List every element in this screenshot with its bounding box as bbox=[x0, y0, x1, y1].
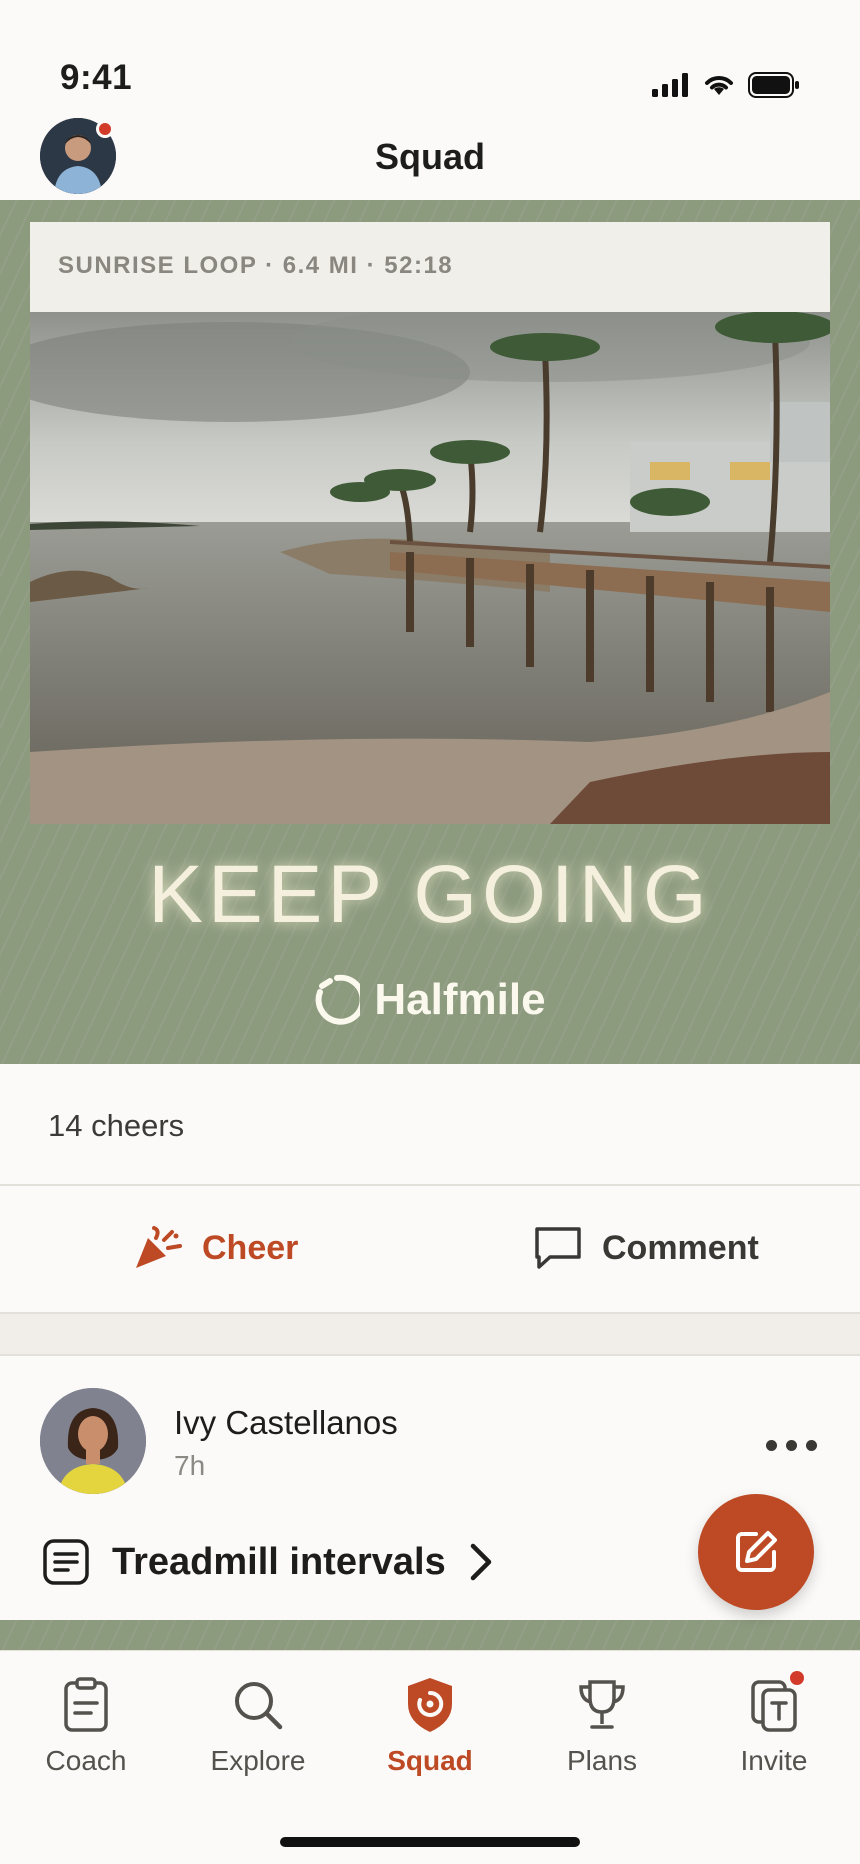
post-time: 7h bbox=[174, 1450, 206, 1481]
feed-separator bbox=[0, 1314, 860, 1356]
tab-squad[interactable]: Squad bbox=[355, 1675, 505, 1777]
cheers-summary[interactable]: 14 cheers bbox=[0, 1064, 860, 1186]
party-popper-icon bbox=[136, 1226, 182, 1268]
halfmile-logo-icon bbox=[316, 974, 361, 1025]
more-dot bbox=[806, 1440, 817, 1451]
cheers-count[interactable]: 14 cheers bbox=[48, 1108, 184, 1144]
comment-label: Comment bbox=[602, 1228, 759, 1267]
trophy-icon bbox=[572, 1675, 632, 1735]
signal-icon bbox=[652, 73, 688, 97]
tab-label: Plans bbox=[566, 1745, 638, 1776]
user-name[interactable]: Ivy Castellanos bbox=[174, 1404, 398, 1442]
squad-feed-screen: 9:41 Squad SUNRISE LOOP · 6.4 MI · 52:18… bbox=[0, 0, 860, 1864]
more-options-button[interactable] bbox=[766, 1440, 817, 1451]
compose-icon bbox=[736, 1531, 777, 1572]
tab-label: Invite bbox=[740, 1745, 808, 1776]
more-dot bbox=[786, 1440, 797, 1451]
squad-shield-icon bbox=[400, 1675, 460, 1735]
tab-invite[interactable]: Invite bbox=[699, 1671, 849, 1777]
tab-explore[interactable]: Explore bbox=[183, 1675, 333, 1777]
invite-icon bbox=[744, 1671, 804, 1735]
battery-icon bbox=[748, 72, 799, 98]
brand-name: Halfmile bbox=[374, 975, 546, 1024]
tab-plans[interactable]: Plans bbox=[527, 1675, 677, 1777]
photo-card: SUNRISE LOOP · 6.4 MI · 52:18 bbox=[30, 222, 830, 824]
status-bar: 9:41 bbox=[0, 0, 860, 110]
wifi-icon bbox=[705, 76, 733, 95]
post-actions: Cheer Comment bbox=[0, 1186, 860, 1314]
cheer-label: Cheer bbox=[202, 1228, 299, 1267]
tab-label: Explore bbox=[210, 1745, 306, 1776]
invite-badge bbox=[790, 1671, 804, 1685]
chevron-right-icon bbox=[470, 1543, 491, 1581]
comment-icon bbox=[535, 1227, 581, 1269]
activity-photo[interactable] bbox=[30, 312, 830, 824]
user-avatar[interactable] bbox=[40, 1388, 146, 1494]
tab-label: Coach bbox=[45, 1745, 127, 1776]
comment-button[interactable]: Comment bbox=[534, 1226, 759, 1270]
header: Squad bbox=[0, 110, 860, 200]
status-time: 9:41 bbox=[60, 58, 133, 97]
compose-button[interactable] bbox=[698, 1494, 814, 1610]
next-post-preview bbox=[0, 1620, 860, 1650]
tab-bar: Coach Explore Squad Plans Invite bbox=[0, 1650, 860, 1864]
motivation-text: KEEP GOING bbox=[148, 849, 712, 940]
document-icon bbox=[43, 1539, 89, 1585]
post-hero-card[interactable]: SUNRISE LOOP · 6.4 MI · 52:18 KEEP GOING… bbox=[0, 200, 860, 1064]
tab-coach[interactable]: Coach bbox=[11, 1675, 161, 1777]
cheer-button[interactable]: Cheer bbox=[134, 1226, 298, 1270]
workout-title: Treadmill intervals bbox=[112, 1540, 446, 1583]
clipboard-icon bbox=[56, 1675, 116, 1735]
tab-label: Squad bbox=[387, 1745, 473, 1776]
workout-link[interactable]: Treadmill intervals bbox=[42, 1538, 494, 1586]
brand-logo: Halfmile bbox=[0, 972, 860, 1028]
home-indicator bbox=[280, 1837, 580, 1847]
more-dot bbox=[766, 1440, 777, 1451]
status-icons bbox=[652, 72, 800, 98]
page-title: Squad bbox=[374, 136, 485, 177]
search-icon bbox=[228, 1675, 288, 1735]
activity-caption: SUNRISE LOOP · 6.4 MI · 52:18 bbox=[58, 252, 454, 279]
